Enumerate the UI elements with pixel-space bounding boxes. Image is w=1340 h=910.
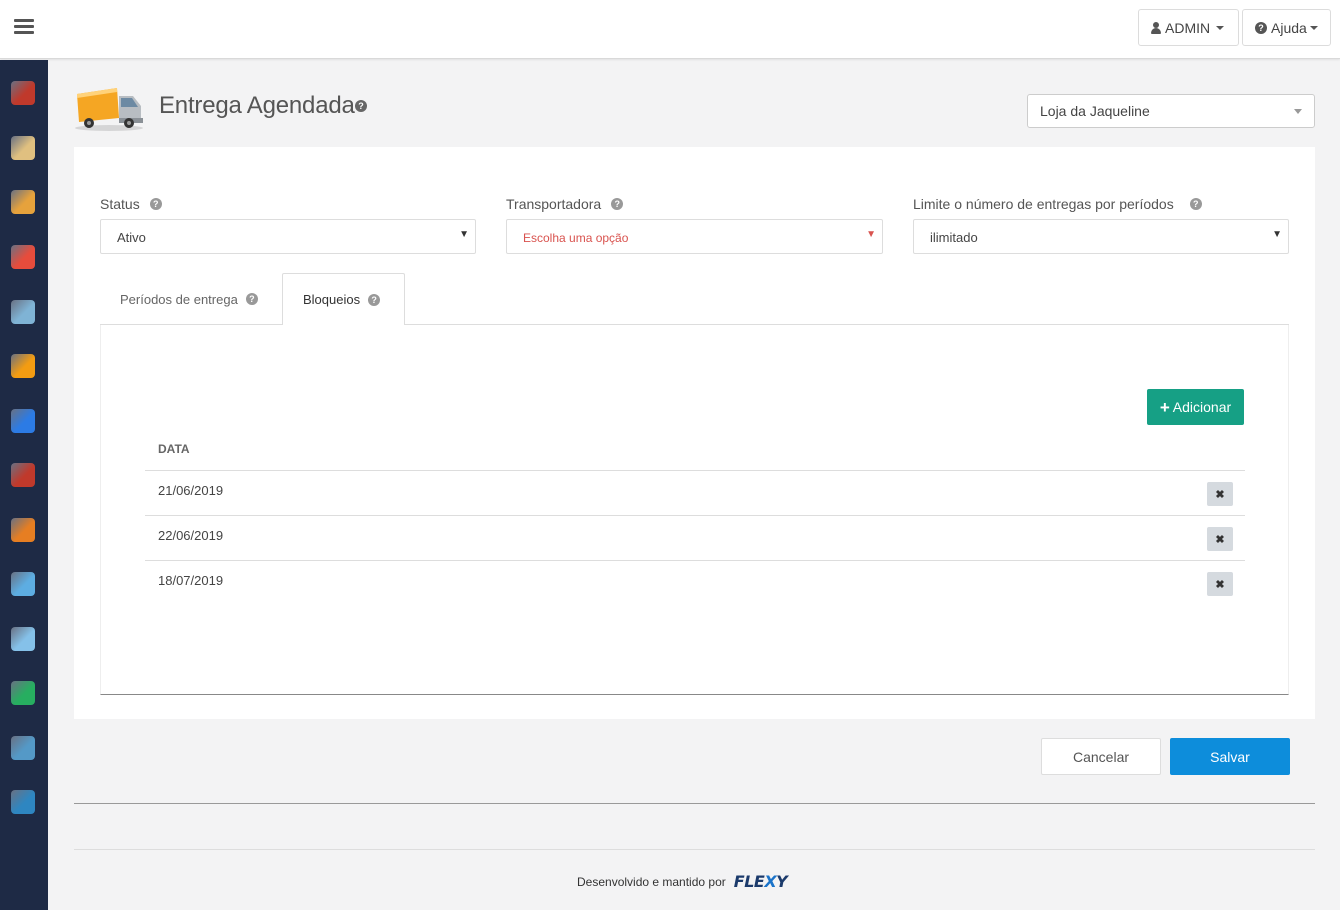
tab-help-icon[interactable]: ? xyxy=(368,293,381,306)
store-select-value: Loja da Jaqueline xyxy=(1040,103,1150,119)
limit-select-value: ilimitado xyxy=(930,230,978,245)
remove-row-button[interactable]: ✖ xyxy=(1207,572,1233,596)
status-select-value: Ativo xyxy=(117,230,146,245)
tab-label: Bloqueios xyxy=(303,292,361,307)
building-icon[interactable] xyxy=(11,136,35,160)
help-book-icon[interactable] xyxy=(11,790,35,814)
form-actions: Cancelar Salvar xyxy=(74,719,1315,804)
document-icon[interactable] xyxy=(11,409,35,433)
cancel-button[interactable]: Cancelar xyxy=(1041,738,1161,775)
tab-blocks[interactable]: Bloqueios ? xyxy=(282,273,405,326)
close-icon: ✖ xyxy=(1215,533,1225,546)
footer-divider xyxy=(74,849,1315,850)
chevron-down-icon xyxy=(1216,25,1225,30)
caret-down-icon: ▼ xyxy=(1272,229,1282,240)
sidebar xyxy=(0,60,48,910)
server-icon[interactable] xyxy=(11,627,35,651)
person-icon[interactable] xyxy=(11,518,35,542)
carrier-select[interactable]: Escolha uma opção ▼ xyxy=(506,219,883,254)
add-block-button[interactable]: + Adicionar xyxy=(1147,389,1244,425)
limit-help-icon[interactable]: ? xyxy=(1189,198,1202,210)
user-menu-button[interactable]: ADMIN xyxy=(1138,9,1239,46)
card-icon[interactable] xyxy=(11,300,35,324)
column-header-date: DATA xyxy=(145,433,1245,471)
status-label-text: Status xyxy=(100,196,140,212)
remove-row-button[interactable]: ✖ xyxy=(1207,527,1233,551)
row-date: 22/06/2019 xyxy=(158,528,224,543)
brand-logo[interactable]: FLEXY xyxy=(734,872,788,891)
status-select[interactable]: Ativo ▼ xyxy=(100,219,476,254)
chevron-down-icon xyxy=(1294,109,1302,114)
monitor-icon[interactable] xyxy=(11,736,35,760)
store-select[interactable]: Loja da Jaqueline xyxy=(1027,94,1315,128)
image-icon[interactable] xyxy=(11,572,35,596)
database-icon[interactable] xyxy=(11,81,35,105)
users-icon[interactable] xyxy=(11,463,35,487)
blocks-table: DATA 21/06/2019 ✖ 22/06/2019 ✖ 18/07/201… xyxy=(145,433,1245,606)
title-help-icon[interactable]: ? xyxy=(355,100,367,112)
blocks-panel: + Adicionar DATA 21/06/2019 ✖ 22/06/2019… xyxy=(100,325,1289,695)
menu-toggle-icon[interactable] xyxy=(14,19,34,35)
footer-credits: Desenvolvido e mantido por FLEXY xyxy=(577,872,788,891)
box-icon[interactable] xyxy=(11,190,35,214)
close-icon: ✖ xyxy=(1215,578,1225,591)
close-icon: ✖ xyxy=(1215,488,1225,501)
question-icon: ? xyxy=(1255,21,1267,34)
credits-text: Desenvolvido e mantido por xyxy=(577,874,726,889)
limit-select[interactable]: ilimitado ▼ xyxy=(913,219,1289,254)
carrier-label-text: Transportadora xyxy=(506,196,602,212)
caret-down-icon: ▼ xyxy=(459,229,469,240)
carrier-help-icon[interactable]: ? xyxy=(611,198,624,210)
caret-down-icon: ▼ xyxy=(866,229,876,240)
row-date: 21/06/2019 xyxy=(158,483,224,498)
tab-label: Períodos de entrega xyxy=(120,291,238,307)
limit-label: Limite o número de entregas por períodos… xyxy=(913,196,1202,212)
table-row: 18/07/2019 ✖ xyxy=(145,561,1245,606)
user-menu-label: ADMIN xyxy=(1165,19,1211,36)
settings-card: Status ? Ativo ▼ Transportadora ? Escolh… xyxy=(74,147,1315,719)
carrier-label: Transportadora ? xyxy=(506,196,624,212)
add-block-label: Adicionar xyxy=(1172,399,1232,415)
bar-chart-icon[interactable] xyxy=(11,681,35,705)
carrier-select-placeholder: Escolha uma opção xyxy=(523,231,629,245)
discount-icon[interactable] xyxy=(11,245,35,269)
page-title: Entrega Agendada xyxy=(159,92,355,119)
table-row: 21/06/2019 ✖ xyxy=(145,471,1245,516)
tab-delivery-periods[interactable]: Períodos de entrega ? xyxy=(100,273,278,325)
limit-label-text: Limite o número de entregas por períodos xyxy=(913,196,1174,212)
remove-row-button[interactable]: ✖ xyxy=(1207,482,1233,506)
table-row: 22/06/2019 ✖ xyxy=(145,516,1245,561)
row-date: 18/07/2019 xyxy=(158,573,224,588)
truck-icon xyxy=(75,88,143,131)
tab-help-icon[interactable]: ? xyxy=(245,293,258,305)
save-button[interactable]: Salvar xyxy=(1170,738,1290,775)
help-menu-button[interactable]: ? Ajuda xyxy=(1242,9,1331,46)
truck-icon[interactable] xyxy=(11,354,35,378)
plus-icon: + xyxy=(1159,397,1170,417)
chevron-down-icon xyxy=(1309,25,1318,30)
status-help-icon[interactable]: ? xyxy=(149,198,162,210)
tab-bar: Períodos de entrega ? Bloqueios ? xyxy=(100,273,1289,326)
top-bar: ADMIN ? Ajuda xyxy=(0,0,1340,59)
user-icon xyxy=(1151,21,1161,34)
status-label: Status ? xyxy=(100,196,162,212)
help-menu-label: Ajuda xyxy=(1271,19,1307,36)
